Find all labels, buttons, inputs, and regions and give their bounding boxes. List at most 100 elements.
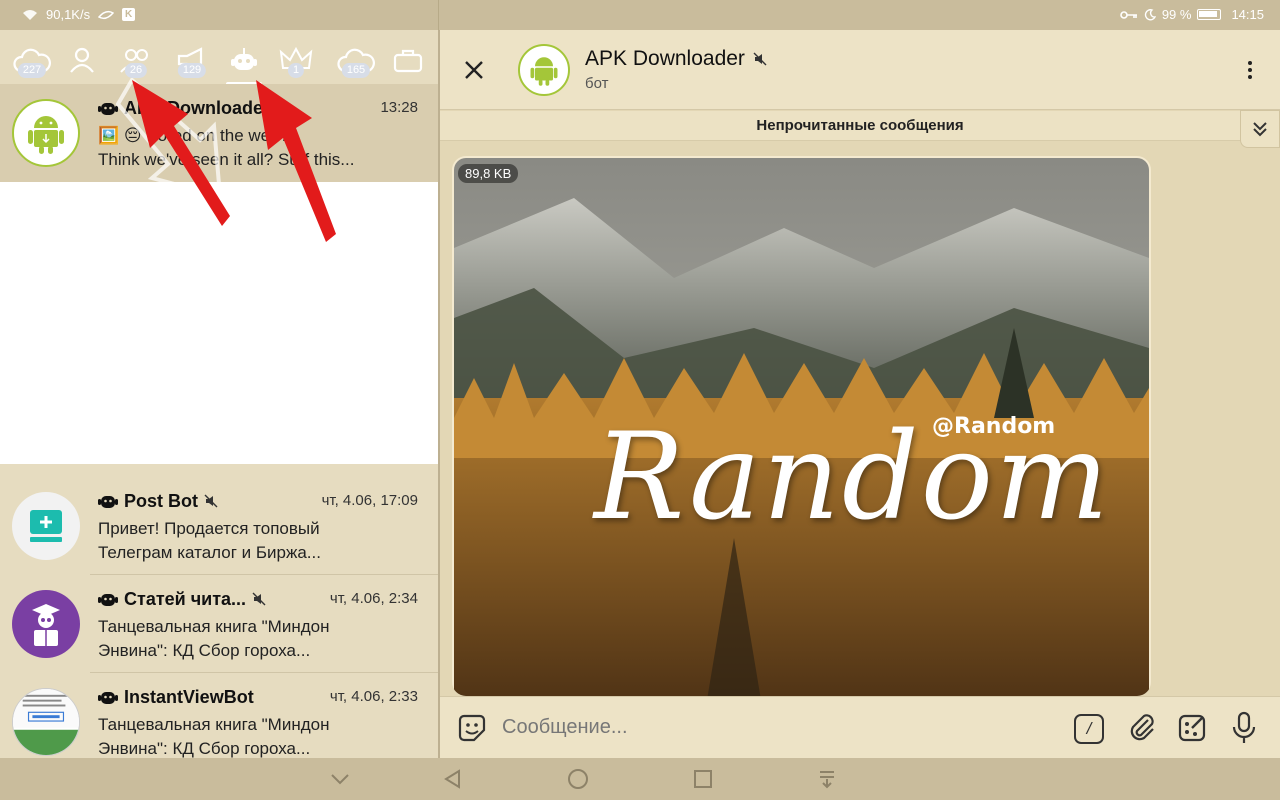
chevron-down-icon — [331, 774, 349, 785]
file-size-badge: 89,8 KB — [458, 164, 519, 183]
person-icon — [70, 47, 94, 73]
chat-preview: Танцевальная книга "Миндон Энвина": КД С… — [98, 615, 398, 663]
chat-name: Статей чита... — [124, 588, 247, 609]
mute-icon — [252, 592, 266, 606]
chat-preview-line: Энвина": КД Сбор гороха... — [98, 641, 311, 660]
back-triangle-icon — [444, 769, 460, 789]
chat-item-apk-downloader[interactable]: APK Downloader 13:28 🖼️ 😔 Bored on the w… — [0, 84, 438, 182]
hide-keyboard-button[interactable] — [328, 767, 352, 791]
network-speed: 90,1K/s — [46, 7, 91, 22]
sticker-emoji-icon[interactable] — [456, 712, 488, 744]
chat-title[interactable]: APK Downloader — [585, 47, 767, 71]
tab-badge: 129 — [177, 63, 207, 78]
key-icon — [1120, 10, 1137, 19]
chat-time: 13:28 — [380, 99, 418, 116]
dot — [1248, 61, 1252, 65]
instant-view-icon — [13, 689, 79, 755]
tab-badge: 1 — [287, 63, 305, 78]
chat-preview: 🖼️ 😔 Bored on the web? Think we've seen … — [98, 124, 398, 172]
chat-preview: Привет! Продается топовый Телеграм катал… — [98, 517, 398, 565]
recents-square-icon — [694, 770, 712, 788]
android-icon — [28, 116, 64, 154]
chat-item-post-bot[interactable]: Post Bot чт, 4.06, 17:09 Привет! Продает… — [0, 477, 438, 575]
avatar — [12, 99, 80, 167]
moon-icon — [1144, 8, 1156, 20]
tab-personal[interactable] — [58, 40, 106, 80]
battery-icon — [1197, 9, 1222, 20]
recents-button[interactable] — [691, 767, 715, 791]
paperclip-icon[interactable] — [1126, 712, 1158, 744]
k-badge: K — [122, 8, 136, 21]
more-options-button[interactable] — [1236, 54, 1264, 86]
scroll-down-button[interactable] — [1240, 110, 1280, 148]
chat-preview-line: Телеграм каталог и Биржа... — [98, 543, 321, 562]
clock: 14:15 — [1231, 7, 1264, 22]
chat-panel: APK Downloader бот Непрочитанные сообщен… — [440, 30, 1280, 758]
bot-icon — [98, 496, 118, 508]
android-icon — [530, 57, 558, 86]
status-bar: 90,1K/s K 99 % 14:15 — [0, 0, 1280, 30]
chat-preview-line: 🖼️ 😔 Bored on the web? — [98, 126, 290, 145]
photo-message[interactable]: Random @Random — [452, 156, 1151, 696]
chat-avatar[interactable] — [518, 44, 570, 96]
folder-tabs: 227 26 129 1 165 — [0, 30, 438, 86]
unread-messages-divider: Непрочитанные сообщения — [440, 111, 1280, 141]
system-nav-bar — [0, 758, 1280, 800]
double-chevron-down-icon — [1253, 122, 1267, 137]
notifications-pull-button[interactable] — [815, 767, 839, 791]
avatar — [12, 492, 80, 560]
chat-time: чт, 4.06, 2:34 — [329, 590, 418, 607]
mute-icon — [276, 101, 290, 115]
close-icon — [465, 61, 483, 79]
dot — [1248, 75, 1252, 79]
chat-time: чт, 4.06, 17:09 — [321, 492, 418, 509]
chat-subtitle: бот — [585, 75, 609, 92]
tab-groups[interactable]: 26 — [112, 40, 160, 80]
chat-preview: Танцевальная книга "Миндон Энвина": КД С… — [98, 713, 398, 758]
chat-title-text: APK Downloader — [585, 47, 745, 70]
tab-badge: 227 — [17, 63, 47, 78]
bot-icon — [231, 48, 257, 70]
bot-icon — [98, 692, 118, 704]
microphone-icon[interactable] — [1230, 711, 1258, 745]
chat-list-panel: 227 26 129 1 165 APK Downloader 13:28 🖼️… — [0, 30, 438, 758]
bot-icon — [98, 103, 118, 115]
avatar — [12, 590, 80, 658]
tab-badge: 165 — [341, 63, 371, 78]
photo[interactable]: Random @Random — [454, 158, 1149, 696]
wifi-icon — [23, 9, 37, 20]
tab-admin[interactable]: 1 — [272, 40, 320, 80]
home-button[interactable] — [566, 767, 590, 791]
tab-all[interactable]: 227 — [8, 40, 56, 80]
message-input[interactable]: Сообщение... — [502, 716, 628, 739]
chat-header: APK Downloader бот — [440, 30, 1280, 110]
chat-name: Post Bot — [124, 490, 198, 511]
chat-name-line: APK Downloader — [98, 96, 418, 120]
back-button[interactable] — [441, 767, 465, 791]
palette-icon[interactable] — [1176, 712, 1208, 744]
briefcase-icon — [393, 49, 423, 73]
chat-name: InstantViewBot — [124, 686, 254, 707]
tab-archive[interactable] — [384, 40, 432, 80]
mute-icon — [204, 494, 218, 508]
post-icon — [30, 510, 62, 542]
chat-item-statei-chita[interactable]: Статей чита... чт, 4.06, 2:34 Танцевальн… — [0, 575, 438, 673]
bot-commands-button[interactable]: / — [1074, 714, 1104, 744]
status-divider — [438, 0, 439, 30]
tab-channels[interactable]: 129 — [168, 40, 216, 80]
dot — [1248, 68, 1252, 72]
chat-preview-line: Привет! Продается топовый — [98, 519, 320, 538]
tab-unread[interactable]: 165 — [332, 40, 380, 80]
tab-bots[interactable] — [220, 40, 268, 86]
tab-badge: 26 — [124, 63, 148, 78]
chat-preview-line: Танцевальная книга "Миндон — [98, 715, 330, 734]
avatar — [12, 688, 80, 756]
close-button[interactable] — [458, 54, 490, 86]
empty-list-area — [0, 182, 438, 464]
chat-name: APK Downloader — [124, 97, 271, 118]
photo-overlay-tag: @Random — [932, 414, 1056, 439]
chat-item-instantviewbot[interactable]: InstantViewBot чт, 4.06, 2:33 Танцевальн… — [0, 673, 438, 758]
message-composer: Сообщение... / — [440, 696, 1280, 758]
chat-time: чт, 4.06, 2:33 — [329, 688, 418, 705]
chat-preview-line: Think we've seen it all? Surf this... — [98, 150, 355, 169]
